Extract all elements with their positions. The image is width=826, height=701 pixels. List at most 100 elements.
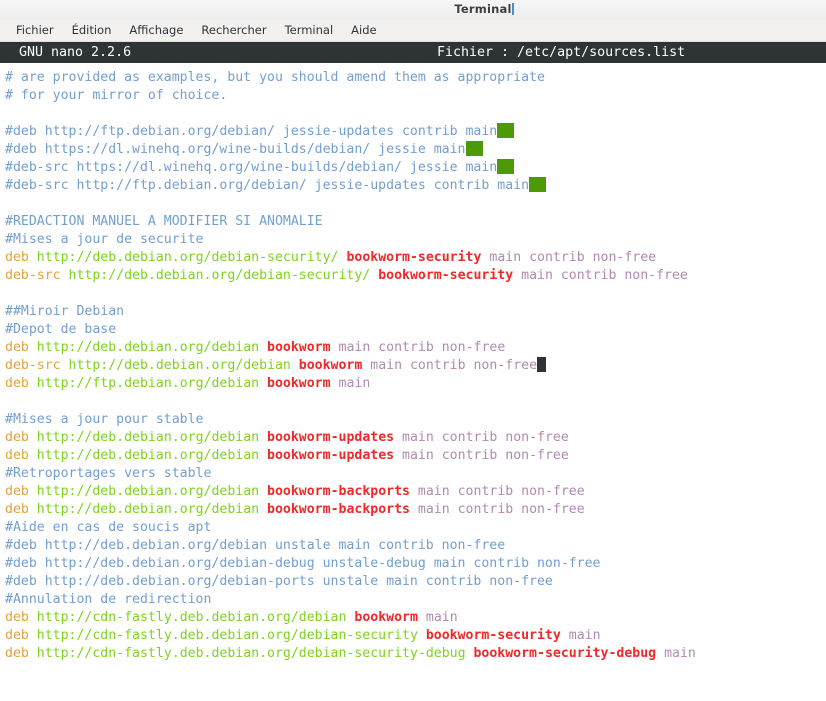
menu-item-label: Édition [71,22,112,37]
editor-line[interactable]: deb-src http://deb.debian.org/debian-sec… [0,267,826,285]
editor-line[interactable]: #deb http://deb.debian.org/debian-debug … [0,555,826,573]
editor-line[interactable]: deb http://deb.debian.org/debian-securit… [0,249,826,267]
repo-suite: bookworm-security [346,250,482,265]
editor-line[interactable]: #deb http://deb.debian.org/debian unstal… [0,537,826,555]
repo-suite: bookworm [267,340,331,355]
editor-line[interactable]: #deb http://deb.debian.org/debian-ports … [0,573,826,591]
repo-suite: bookworm-backports [267,484,410,499]
editor-line[interactable]: deb http://deb.debian.org/debian bookwor… [0,483,826,501]
repo-suite: bookworm-updates [267,430,395,445]
nano-editor-area[interactable]: # are provided as examples, but you shou… [0,63,826,701]
editor-line[interactable]: #Annulation de redirection [0,591,826,609]
repo-type-keyword: deb [5,250,29,265]
comment-text: #deb-src https://dl.winehq.org/wine-buil… [5,160,498,175]
editor-blank-line[interactable] [0,285,826,303]
menu-edition[interactable]: Édition [63,22,121,40]
repo-type-keyword: deb [5,610,29,625]
repo-components: main [425,610,458,625]
comment-text: #Annulation de redirection [5,592,212,607]
repo-type-keyword: deb [5,502,29,517]
repo-suite: bookworm-backports [267,502,410,517]
editor-line[interactable]: deb http://deb.debian.org/debian bookwor… [0,447,826,465]
comment-text: #deb https://dl.winehq.org/wine-builds/d… [5,142,466,157]
editor-line[interactable]: deb http://ftp.debian.org/debian bookwor… [0,375,826,393]
repo-type-keyword: deb-src [5,268,61,283]
editor-line[interactable]: deb http://deb.debian.org/debian bookwor… [0,501,826,519]
editor-blank-line[interactable] [0,393,826,411]
repo-url: http://deb.debian.org/debian-security/ [68,268,371,283]
editor-line[interactable]: #deb https://dl.winehq.org/wine-builds/d… [0,141,826,159]
comment-text: ##Miroir Debian [5,304,125,319]
editor-line[interactable]: #Mises a jour de securite [0,231,826,249]
editor-line[interactable]: #deb http://ftp.debian.org/debian/ jessi… [0,123,826,141]
menu-item-label: Affichage [129,22,184,37]
window-titlebar: Terminal [0,0,826,20]
nano-file-label: Fichier : /etc/apt/sources.list [437,45,686,60]
trailing-whitespace-marker [465,141,483,156]
comment-text: #Mises a jour pour stable [5,412,204,427]
repo-components: main contrib non-free [521,268,688,283]
menu-item-label: Aide [351,22,377,37]
repo-url: http://cdn-fastly.deb.debian.org/debian [36,610,347,625]
comment-text: #Aide en cas de soucis apt [5,520,212,535]
editor-line[interactable]: ##Miroir Debian [0,303,826,321]
repo-suite: bookworm [354,610,418,625]
repo-components: main [568,628,601,643]
repo-components: main contrib non-free [402,448,569,463]
editor-line[interactable]: #Mises a jour pour stable [0,411,826,429]
comment-text: #deb http://deb.debian.org/debian-ports … [5,574,553,589]
menu-fichier[interactable]: Fichier [7,22,63,40]
menu-rechercher[interactable]: Rechercher [192,22,275,40]
editor-line[interactable]: deb http://cdn-fastly.deb.debian.org/deb… [0,645,826,663]
repo-url: http://deb.debian.org/debian [36,502,260,517]
repo-suite: bookworm-updates [267,448,395,463]
editor-line[interactable]: deb http://deb.debian.org/debian bookwor… [0,429,826,447]
menu-affichage[interactable]: Affichage [120,22,192,40]
menubar: Fichier Édition Affichage Rechercher Termina… [0,20,826,42]
text-cursor [537,357,547,372]
repo-url: http://deb.debian.org/debian [68,358,291,373]
trailing-whitespace-marker [529,177,547,192]
repo-url: http://deb.debian.org/debian-security/ [36,250,339,265]
editor-line[interactable]: #Depot de base [0,321,826,339]
menu-terminal[interactable]: Terminal [276,22,343,40]
repo-type-keyword: deb [5,430,29,445]
comment-text: #REDACTION MANUEL A MODIFIER SI ANOMALIE [5,214,323,229]
menu-aide[interactable]: Aide [342,22,385,40]
repo-url: http://cdn-fastly.deb.debian.org/debian-… [36,628,418,643]
comment-text: # are provided as examples, but you shou… [5,70,545,85]
trailing-whitespace-marker [497,159,515,174]
window-title-text: Terminal [454,2,512,16]
repo-type-keyword: deb [5,448,29,463]
repo-url: http://deb.debian.org/debian [36,484,260,499]
editor-line[interactable]: # are provided as examples, but you shou… [0,69,826,87]
repo-components: main contrib non-free [338,340,506,355]
repo-suite: bookworm-security [378,268,514,283]
repo-type-keyword: deb [5,646,29,661]
editor-line[interactable]: #deb-src https://dl.winehq.org/wine-buil… [0,159,826,177]
menu-item-label: Rechercher [201,22,267,37]
repo-components: main contrib non-free [417,484,585,499]
repo-suite: bookworm [298,358,363,373]
title-caret-icon [511,3,514,15]
editor-line[interactable]: #Retroportages vers stable [0,465,826,483]
repo-components: main contrib non-free [402,430,569,445]
editor-line[interactable]: #deb-src http://ftp.debian.org/debian/ j… [0,177,826,195]
editor-line[interactable]: # for your mirror of choice. [0,87,826,105]
editor-blank-line[interactable] [0,105,826,123]
comment-text: # for your mirror of choice. [5,88,228,103]
nano-version-label: GNU nano 2.2.6 [19,45,132,60]
editor-line[interactable]: deb http://deb.debian.org/debian bookwor… [0,339,826,357]
trailing-whitespace-marker [497,123,515,138]
repo-components: main [664,646,696,661]
repo-components: main contrib non-free [489,250,657,265]
editor-line[interactable]: #REDACTION MANUEL A MODIFIER SI ANOMALIE [0,213,826,231]
editor-blank-line[interactable] [0,195,826,213]
editor-line[interactable]: deb http://cdn-fastly.deb.debian.org/deb… [0,609,826,627]
repo-url: http://cdn-fastly.deb.debian.org/debian-… [36,646,466,661]
repo-components: main contrib non-free [417,502,585,517]
editor-line[interactable]: #Aide en cas de soucis apt [0,519,826,537]
editor-line[interactable]: deb-src http://deb.debian.org/debian boo… [0,357,826,375]
repo-type-keyword: deb [5,484,29,499]
editor-line[interactable]: deb http://cdn-fastly.deb.debian.org/deb… [0,627,826,645]
